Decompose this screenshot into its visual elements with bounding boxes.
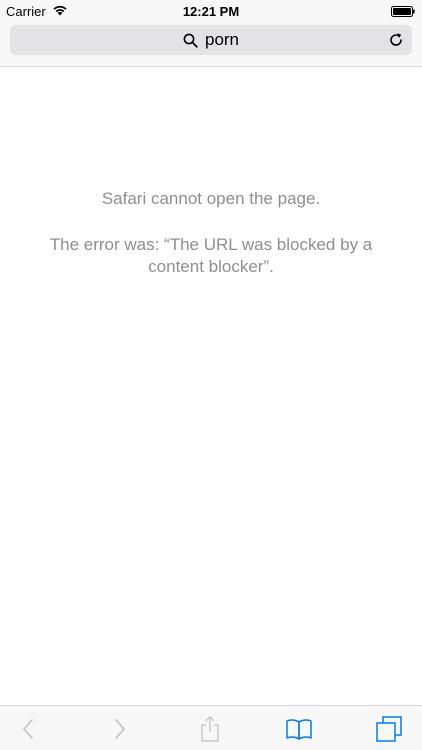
address-text: porn — [204, 30, 240, 49]
forward-button[interactable] — [105, 714, 135, 744]
battery-icon — [391, 6, 415, 17]
share-icon — [201, 716, 219, 742]
reload-icon[interactable] — [388, 32, 404, 48]
tabs-button[interactable] — [374, 714, 404, 744]
address-field[interactable]: porn — [10, 25, 412, 55]
address-content: porn — [10, 25, 412, 55]
tabs-icon — [376, 716, 402, 742]
status-time: 12:21 PM — [182, 4, 240, 19]
bottom-toolbar — [0, 705, 422, 750]
safari-screen: Carrier 12:21 PM porn Safari cannot open… — [0, 0, 422, 750]
search-icon — [183, 33, 198, 48]
back-button[interactable] — [13, 714, 43, 744]
error-title: Safari cannot open the page. — [101, 189, 321, 208]
navigation-bar: porn — [0, 22, 422, 67]
bookmarks-icon — [286, 719, 312, 740]
share-button[interactable] — [195, 714, 225, 744]
bookmarks-button[interactable] — [284, 714, 314, 744]
back-icon — [23, 719, 33, 739]
error-detail: The error was: “The URL was blocked by a… — [49, 235, 373, 276]
status-bar: Carrier 12:21 PM — [0, 0, 422, 22]
error-message: Safari cannot open the page. The error w… — [30, 188, 392, 278]
forward-icon — [115, 719, 125, 739]
